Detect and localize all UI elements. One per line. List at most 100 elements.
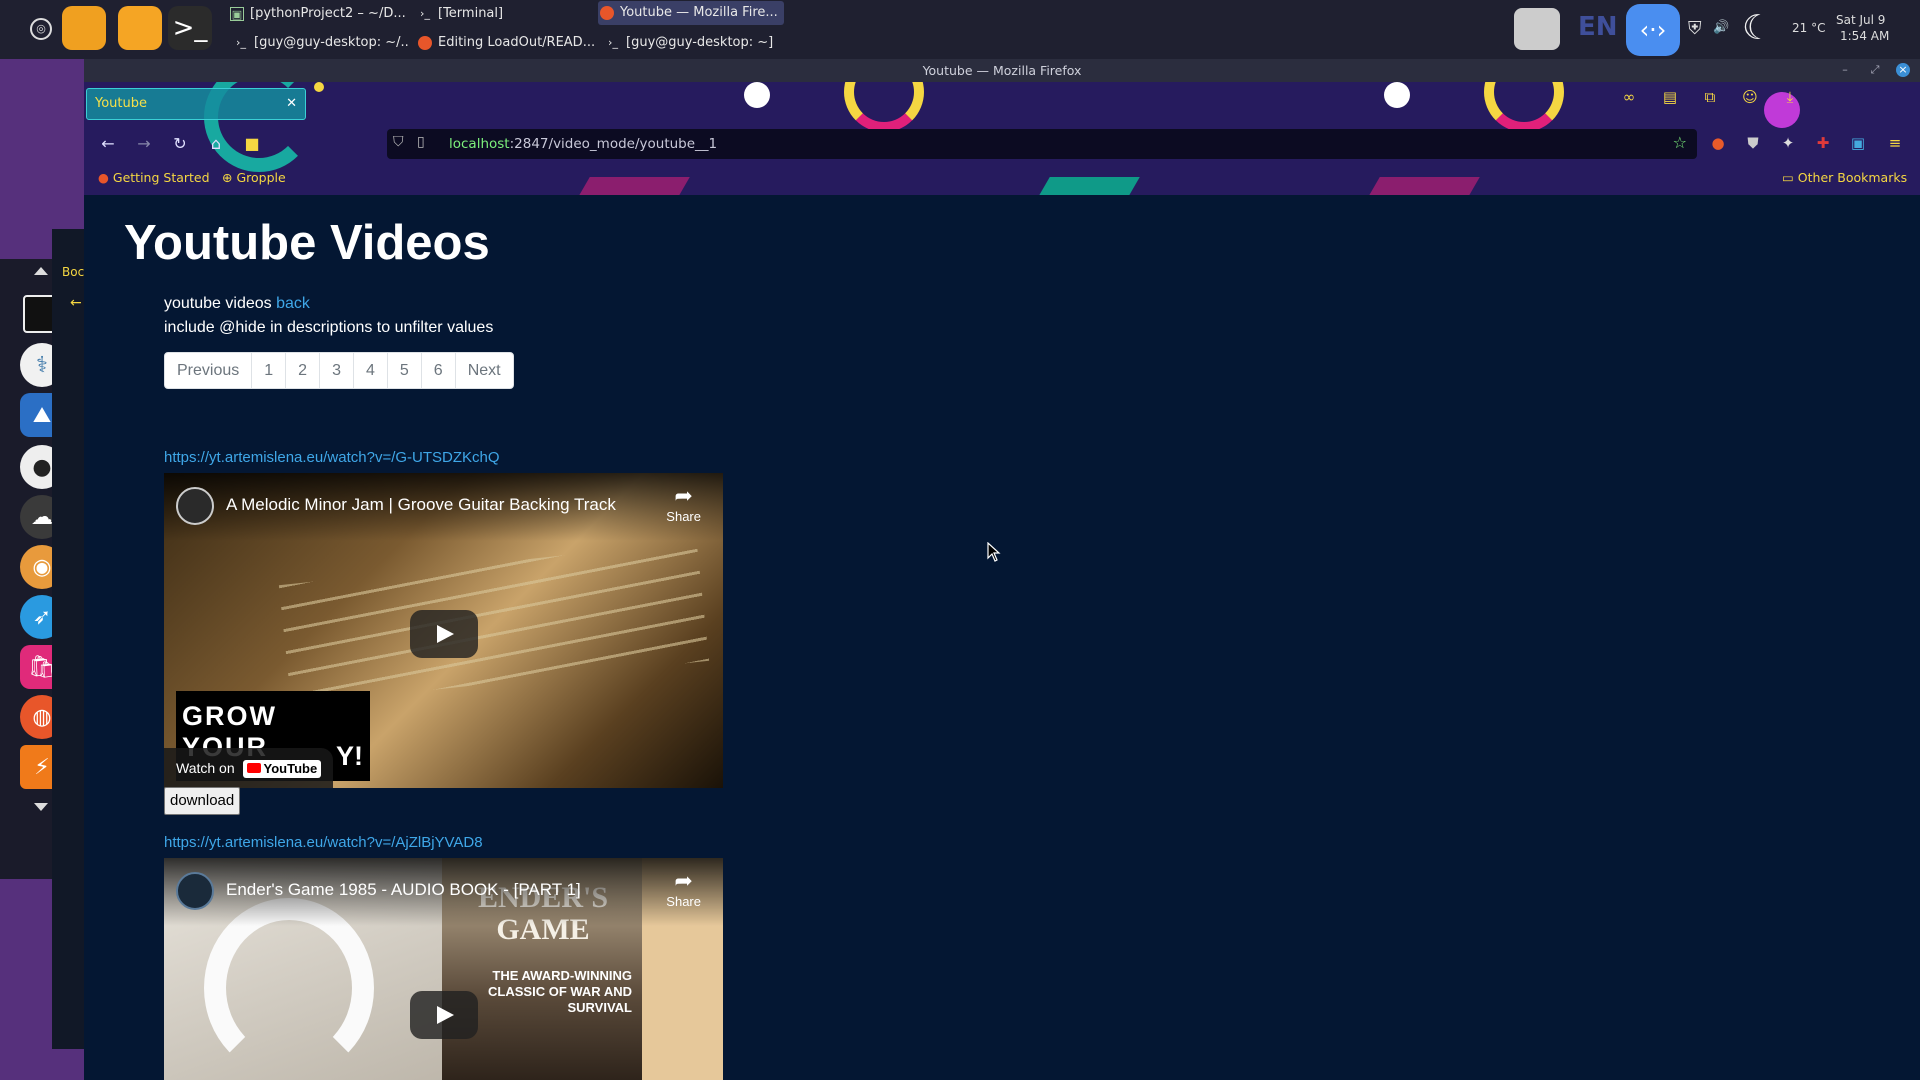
video-link[interactable]: https://yt.artemislena.eu/watch?v=/AjZlB… <box>164 834 483 851</box>
shield-icon[interactable]: ⛨ <box>1688 18 1702 39</box>
minimize-icon[interactable]: – <box>1838 63 1852 77</box>
shield-icon[interactable]: ⛉ <box>393 134 404 150</box>
back-arrow-icon[interactable]: ← <box>70 295 82 311</box>
download-button[interactable]: download <box>164 787 241 815</box>
taskbar-item-firefox[interactable]: Youtube — Mozilla Fire... <box>598 1 784 25</box>
maximize-icon[interactable]: ⤢ <box>1868 63 1882 77</box>
pagination-page-1[interactable]: 1 <box>252 353 287 388</box>
pagination-page-4[interactable]: 4 <box>354 353 388 388</box>
remote-desktop-icon[interactable]: ‹·› <box>1626 4 1680 56</box>
hamburger-menu-icon[interactable]: ≡ <box>1884 132 1906 154</box>
pagination: Previous 1 2 3 4 5 6 Next <box>164 352 514 389</box>
usb-icon[interactable] <box>1514 8 1560 50</box>
url-host: localhost <box>449 136 510 152</box>
pagination-next[interactable]: Next <box>456 353 513 388</box>
share-button[interactable]: ➦ Share <box>666 483 701 524</box>
ext-icon[interactable]: ✚ <box>1812 132 1834 154</box>
bookmark-gropple[interactable]: ⊕ Gropple <box>222 167 286 189</box>
video-link[interactable]: https://yt.artemislena.eu/watch?v=/G-UTS… <box>164 449 500 466</box>
taskbar-item-terminal-3[interactable]: ›_ [guy@guy-desktop: ~] <box>604 31 774 55</box>
weather-moon-icon: ☾ <box>1742 8 1773 48</box>
bookmark-star-icon[interactable]: ☆ <box>1673 133 1687 152</box>
channel-avatar[interactable] <box>176 872 214 910</box>
page-info-icon[interactable]: ▯ <box>417 134 425 150</box>
globe-icon: ⊕ <box>222 170 233 185</box>
play-button[interactable] <box>410 991 478 1039</box>
ublock-icon[interactable]: ● <box>1707 132 1729 154</box>
pagination-page-2[interactable]: 2 <box>286 353 321 388</box>
keyboard-layout[interactable]: EN <box>1578 12 1618 42</box>
play-button[interactable] <box>410 610 478 658</box>
back-icon[interactable]: ← <box>96 132 120 156</box>
reload-icon[interactable]: ↻ <box>168 132 192 156</box>
dock-scroll-down-icon[interactable] <box>34 803 48 811</box>
theme-decoration <box>1484 82 1564 132</box>
cast-icon[interactable]: ⧉ <box>1699 86 1721 108</box>
other-bookmarks[interactable]: ▭ Other Bookmarks <box>1782 167 1907 189</box>
pagination-page-5[interactable]: 5 <box>388 353 422 388</box>
download-icon[interactable]: ⤓ <box>1779 86 1801 108</box>
tab-close-icon[interactable]: ✕ <box>286 89 297 119</box>
bookmark-getting-started[interactable]: ● Getting Started <box>98 167 210 189</box>
close-icon[interactable]: × <box>1896 63 1910 77</box>
url-bar[interactable]: ⛉ ▯ localhost:2847/video_mode/youtube__1… <box>387 129 1697 159</box>
ext-icon[interactable]: ▣ <box>1847 132 1869 154</box>
play-icon <box>437 1006 454 1024</box>
mouse-cursor-icon <box>987 541 1001 566</box>
share-button[interactable]: ➦ Share <box>666 868 701 909</box>
back-link[interactable]: back <box>276 295 310 312</box>
side-panel-label: Boc <box>62 265 85 279</box>
video-title[interactable]: Ender's Game 1985 - AUDIO BOOK - [PART 1… <box>226 880 581 900</box>
tab-youtube[interactable]: Youtube ✕ <box>86 88 306 120</box>
taskbar-item-firefox-2[interactable]: Editing LoadOut/READ... <box>416 31 596 55</box>
ext-icon[interactable]: ✦ <box>1777 132 1799 154</box>
url-text[interactable]: localhost:2847/video_mode/youtube__1 <box>449 129 717 159</box>
theme-decoration <box>1384 82 1410 108</box>
taskbar-item-terminal[interactable]: ›_ [Terminal] <box>416 2 566 26</box>
tab-title: Youtube <box>95 96 147 111</box>
home-icon[interactable]: ⌂ <box>204 132 228 156</box>
menu-icon[interactable]: ◎ <box>30 18 52 40</box>
forward-icon[interactable]: → <box>132 132 156 156</box>
video-embed[interactable]: ENDER'S GAME THE AWARD-WINNING CLASSIC O… <box>164 858 723 1080</box>
browser-chrome: Youtube ✕ ∞ ▤ ⧉ ☺ ⤓ ← → ↻ ⌂ ■ ⛉ ▯ localh… <box>84 82 1920 195</box>
watch-on-youtube[interactable]: Watch on YouTube <box>164 748 334 788</box>
theme-decoration <box>1038 177 1140 195</box>
pagination-page-3[interactable]: 3 <box>320 353 354 388</box>
folder-icon: ▭ <box>1782 170 1794 185</box>
folder-launcher-icon[interactable] <box>118 6 162 50</box>
taskbar-item-terminal-2[interactable]: ›_ [guy@guy-desktop: ~/... <box>232 31 410 55</box>
window-titlebar[interactable]: Youtube — Mozilla Firefox – ⤢ × <box>84 59 1920 82</box>
container-icon[interactable]: ▤ <box>1659 86 1681 108</box>
clock-date[interactable]: Sat Jul 9 <box>1836 13 1885 27</box>
privacy-badger-icon[interactable]: ⛊ <box>1742 132 1764 154</box>
window-title: Youtube — Mozilla Firefox <box>922 63 1082 78</box>
intro-line: youtube videos back <box>164 295 310 313</box>
video-title-bar: A Melodic Minor Jam | Groove Guitar Back… <box>164 473 723 541</box>
clock-time[interactable]: 1:54 AM <box>1840 29 1889 43</box>
firefox-icon <box>418 36 432 50</box>
extension-puzzle-icon[interactable]: ■ <box>240 132 264 156</box>
dock-scroll-up-icon[interactable] <box>34 267 48 275</box>
volume-icon[interactable]: 🔊 <box>1713 20 1729 35</box>
theme-decoration <box>744 82 770 108</box>
overlay-text-line2: Y! <box>336 741 363 771</box>
url-path: :2847/video_mode/youtube__1 <box>509 136 718 152</box>
account-icon[interactable]: ☺ <box>1739 86 1761 108</box>
taskbar-item-pycharm[interactable]: ▣ [pythonProject2 – ~/D... <box>228 2 408 26</box>
pagination-previous[interactable]: Previous <box>165 353 253 388</box>
pagination-page-6[interactable]: 6 <box>422 353 456 388</box>
temperature: 21 °C <box>1792 21 1826 35</box>
terminal-launcher-icon[interactable]: >_ <box>168 6 212 50</box>
files-launcher-icon[interactable] <box>62 6 106 50</box>
video-title[interactable]: A Melodic Minor Jam | Groove Guitar Back… <box>226 495 616 515</box>
intro-text: youtube videos <box>164 295 272 312</box>
channel-avatar[interactable] <box>176 487 214 525</box>
terminal-icon: ›_ <box>608 36 618 49</box>
firefox-icon: ● <box>98 170 109 185</box>
left-dock: ⚕ ⛰ ● ☁ ◉ ➶ 🛍 ◍ ⚡ Boc ← <box>0 59 84 1080</box>
video-embed[interactable]: A Melodic Minor Jam | Groove Guitar Back… <box>164 473 723 788</box>
page-content: Youtube Videos youtube videos back inclu… <box>84 195 1920 1080</box>
guitar-image <box>278 541 710 705</box>
extension-icon[interactable]: ∞ <box>1618 86 1640 108</box>
